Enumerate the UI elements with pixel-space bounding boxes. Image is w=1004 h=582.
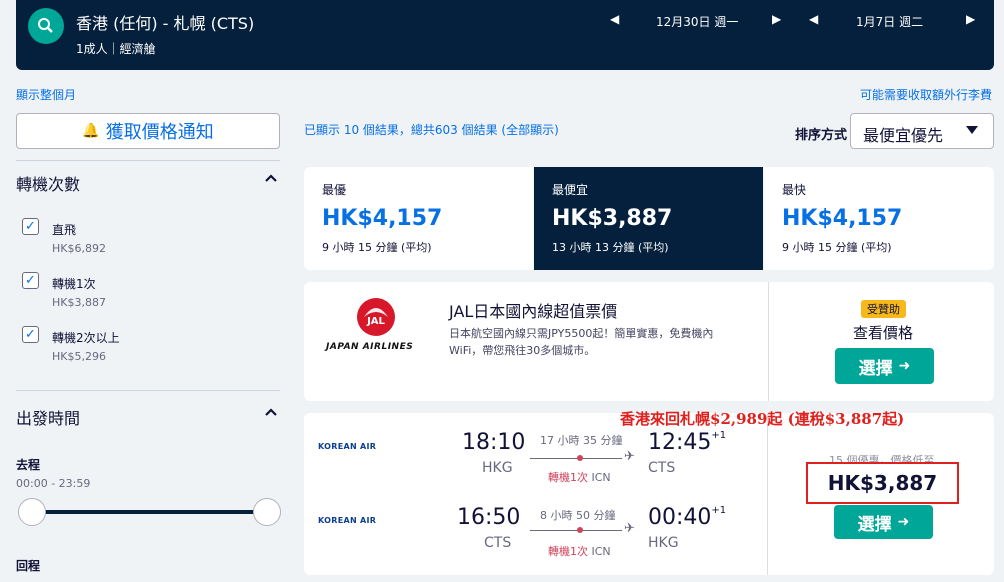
leg1-departure-time: 18:10 — [462, 430, 526, 455]
stops-direct-price: HK$6,892 — [52, 242, 106, 255]
stops-filter-title[interactable]: 轉機次數 — [16, 171, 80, 195]
card-divider — [767, 413, 768, 575]
flight-price[interactable]: HK$3,887 — [806, 462, 959, 504]
tab-title: 最優 — [322, 183, 347, 197]
outbound-date[interactable]: 12月30日 週一 — [656, 13, 738, 30]
korean-air-logo: KOREAN AIR — [318, 516, 377, 525]
tab-price: HK$3,887 — [552, 206, 673, 231]
flight-select-button[interactable]: 選擇 ➜ — [834, 505, 933, 539]
stops-two-plus-checkbox[interactable]: ✓ — [22, 326, 39, 343]
leg2-route-line — [530, 530, 622, 531]
slider-handle-end[interactable] — [253, 498, 281, 526]
jal-logo-icon: JAL — [356, 297, 396, 337]
leg1-arrival-time-text: 12:45 — [648, 430, 712, 455]
plane-icon: ✈ — [624, 521, 635, 536]
ad-cta-text: 查看價格 — [853, 324, 914, 342]
leg2-departure-time: 16:50 — [457, 505, 521, 530]
divider — [16, 160, 280, 161]
passenger-class[interactable]: 1成人｜經濟艙 — [76, 40, 156, 57]
ad-title: JAL日本國內線超值票價 — [449, 302, 618, 321]
leg1-arrival-code: CTS — [648, 460, 676, 476]
search-icon[interactable] — [28, 8, 64, 44]
leg2-arrival-time-text: 00:40 — [648, 505, 712, 530]
tab-price: HK$4,157 — [322, 206, 443, 231]
extra-fees-link[interactable]: 可能需要收取額外行李費 — [860, 86, 992, 103]
stops-one-price: HK$3,887 — [52, 296, 106, 309]
leg2-stops: 轉機1次 ICN — [548, 543, 611, 559]
ad-cta-panel: 受贊助 查看價格 選擇 ➜ — [768, 282, 994, 401]
stops-one-checkbox[interactable]: ✓ — [22, 272, 39, 289]
plane-icon: ✈ — [624, 449, 635, 464]
leg1-stops-count: 轉機1次 — [548, 471, 588, 484]
stops-two-plus-label: 轉機2次以上 — [52, 331, 120, 345]
tab-fastest[interactable]: 最快 HK$4,157 9 小時 15 分鐘 (平均) — [764, 167, 994, 270]
flight-select-label: 選擇 — [857, 514, 892, 535]
outbound-time-label: 去程 — [16, 458, 41, 472]
dropdown-caret-icon — [965, 124, 979, 138]
departure-time-title[interactable]: 出發時間 — [16, 405, 80, 429]
chevron-up-icon[interactable] — [264, 172, 278, 186]
leg1-via: ICN — [591, 471, 611, 484]
tab-duration: 13 小時 13 分鐘 (平均) — [552, 241, 669, 254]
arrow-right-icon: ➜ — [898, 358, 911, 374]
outbound-time-range: 00:00 - 23:59 — [16, 477, 91, 490]
sort-select[interactable]: 最便宜優先 — [850, 113, 994, 149]
return-time-label: 回程 — [16, 559, 41, 573]
tab-cheapest[interactable]: 最便宜 HK$3,887 13 小時 13 分鐘 (平均) — [534, 167, 763, 270]
leg2-duration: 8 小時 50 分鐘 — [540, 509, 616, 522]
ad-select-button[interactable]: 選擇 ➜ — [835, 348, 934, 384]
prev-return-date-icon[interactable]: ◀ — [809, 12, 818, 26]
stops-one-label: 轉機1次 — [52, 277, 96, 291]
leg1-duration: 17 小時 35 分鐘 — [540, 434, 623, 447]
arrow-right-icon: ➜ — [897, 514, 910, 530]
leg2-stops-count: 轉機1次 — [548, 545, 588, 558]
sponsored-badge: 受贊助 — [861, 300, 906, 318]
stops-direct-checkbox[interactable]: ✓ — [22, 218, 39, 235]
price-annotation: 香港來回札幌$2,989起 (連稅$3,887起) — [620, 410, 905, 428]
leg2-arrival-time: 00:40+1 — [648, 505, 726, 530]
price-alert-label: 獲取價格通知 — [105, 122, 214, 143]
ad-description: 日本航空國內線只需JPY5500起！簡單實惠，免費機內WiFi，帶您飛往30多個… — [449, 327, 714, 357]
next-return-date-icon[interactable]: ▶ — [966, 12, 975, 26]
leg1-route-line — [530, 458, 622, 459]
tab-price: HK$4,157 — [782, 206, 903, 231]
stops-two-plus-price: HK$5,296 — [52, 350, 106, 363]
leg2-stop-dot — [577, 527, 583, 533]
sort-label: 排序方式 — [795, 128, 848, 143]
slider-handle-start[interactable] — [18, 498, 46, 526]
leg1-departure-code: HKG — [482, 460, 513, 476]
show-month-link[interactable]: 顯示整個月 — [16, 86, 76, 103]
leg1-arrival-time: 12:45+1 — [648, 430, 726, 455]
korean-air-logo: KOREAN AIR — [318, 442, 377, 451]
search-summary-bar[interactable]: 香港 (任何) - 札幌 (CTS) 1成人｜經濟艙 ◀ 12月30日 週一 ▶… — [16, 0, 994, 70]
prev-outbound-date-icon[interactable]: ◀ — [610, 12, 619, 26]
leg2-day-offset: +1 — [711, 505, 727, 516]
bell-icon: 🔔 — [82, 123, 100, 139]
leg1-stops: 轉機1次 ICN — [548, 469, 611, 485]
tab-title: 最快 — [782, 183, 807, 197]
leg2-via: ICN — [591, 545, 611, 558]
leg2-arrival-code: HKG — [648, 535, 679, 551]
tab-best[interactable]: 最優 HK$4,157 9 小時 15 分鐘 (平均) — [304, 167, 533, 270]
chevron-up-icon[interactable] — [264, 406, 278, 420]
tab-title: 最便宜 — [552, 183, 589, 197]
jal-logo-text: JAL — [366, 316, 385, 327]
ad-select-label: 選擇 — [858, 358, 893, 379]
outbound-time-slider[interactable] — [29, 510, 267, 514]
results-count[interactable]: 已顯示 10 個結果，總共603 個結果 (全部顯示) — [304, 121, 559, 138]
stops-direct-label: 直飛 — [52, 223, 77, 237]
leg1-day-offset: +1 — [711, 430, 727, 441]
divider — [16, 390, 280, 391]
return-date[interactable]: 1月7日 週二 — [856, 13, 923, 30]
leg1-stop-dot — [577, 455, 583, 461]
leg2-departure-code: CTS — [484, 535, 512, 551]
route-title[interactable]: 香港 (任何) - 札幌 (CTS) — [76, 10, 254, 34]
tab-duration: 9 小時 15 分鐘 (平均) — [782, 241, 892, 254]
sort-value: 最便宜優先 — [863, 126, 944, 145]
tab-duration: 9 小時 15 分鐘 (平均) — [322, 241, 432, 254]
airline-name: JAPAN AIRLINES — [326, 342, 414, 352]
price-alert-button[interactable]: 🔔 獲取價格通知 — [16, 113, 280, 149]
next-outbound-date-icon[interactable]: ▶ — [772, 12, 781, 26]
